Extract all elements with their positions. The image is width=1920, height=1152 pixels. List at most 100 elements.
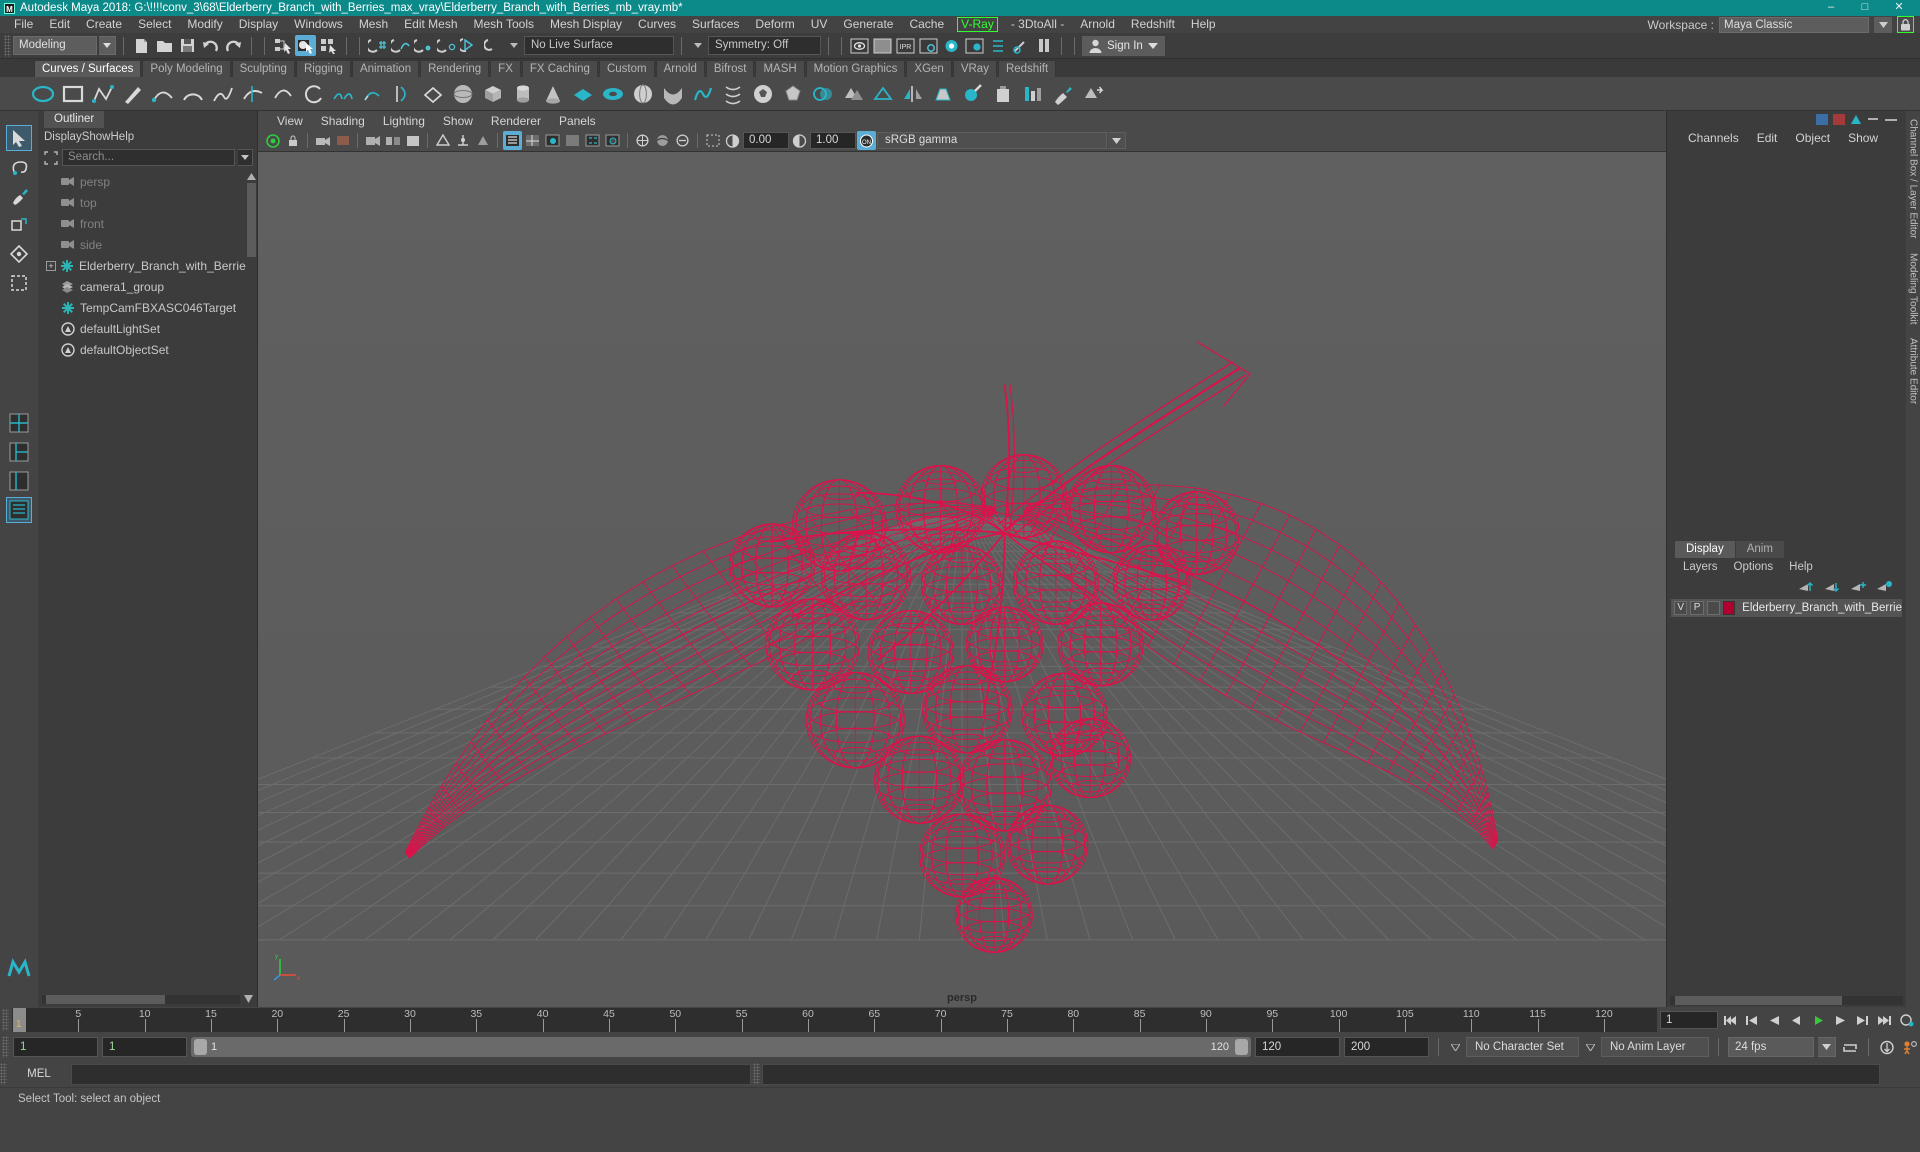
menu-item-vray[interactable]: V-Ray bbox=[957, 17, 998, 32]
maximize-button[interactable]: □ bbox=[1848, 0, 1882, 16]
color-management-toggle-icon[interactable]: ON bbox=[857, 131, 876, 150]
menu-item-help[interactable]: Help bbox=[1183, 16, 1224, 33]
menu-item-surfaces[interactable]: Surfaces bbox=[684, 16, 747, 33]
sculpt-icon[interactable] bbox=[960, 81, 986, 107]
image-plane-icon[interactable] bbox=[363, 131, 382, 150]
menu-item-select[interactable]: Select bbox=[130, 16, 179, 33]
range-slider-handle[interactable] bbox=[2, 1036, 9, 1058]
gamma-field[interactable]: 1.00 bbox=[810, 132, 856, 149]
minimize-button[interactable]: – bbox=[1814, 0, 1848, 16]
move-tool[interactable] bbox=[6, 212, 32, 238]
exposure-field[interactable]: 0.00 bbox=[743, 132, 789, 149]
xray-mode-icon[interactable] bbox=[583, 131, 602, 150]
drag-handle[interactable] bbox=[4, 34, 11, 57]
h-scroll-thumb[interactable] bbox=[45, 994, 165, 1004]
shelf-tab-arnold[interactable]: Arnold bbox=[655, 60, 705, 77]
command-language-label[interactable]: MEL bbox=[9, 1068, 69, 1080]
shelf-tab-motion-graphics[interactable]: Motion Graphics bbox=[805, 60, 906, 77]
move-layer-down-icon[interactable] bbox=[1824, 580, 1840, 593]
animation-end-field[interactable]: 200 bbox=[1344, 1037, 1429, 1057]
layer-scroll-track[interactable] bbox=[1670, 995, 1903, 1005]
channelbox-blue-icon[interactable] bbox=[1816, 114, 1828, 125]
render-view-icon[interactable] bbox=[964, 35, 985, 56]
motion-blur-icon[interactable] bbox=[673, 131, 692, 150]
outliner-item-front[interactable]: front bbox=[38, 213, 257, 234]
channelbox-menu-channels[interactable]: Channels bbox=[1679, 131, 1748, 145]
pyramid-icon[interactable] bbox=[660, 81, 686, 107]
shelf-tab-rigging[interactable]: Rigging bbox=[295, 60, 351, 77]
chevron-down-icon[interactable] bbox=[1874, 16, 1892, 33]
snap-point-icon[interactable] bbox=[413, 35, 434, 56]
layer-playback-toggle[interactable]: P bbox=[1690, 601, 1704, 615]
layer-color-swatch[interactable] bbox=[1723, 601, 1736, 615]
channelbox-grey-icon[interactable] bbox=[1867, 114, 1879, 125]
viewport-3d[interactable]: x y persp bbox=[258, 152, 1666, 1007]
layer-h-scrollbar[interactable] bbox=[1667, 993, 1906, 1007]
right-strip-tab-modeling-toolkit[interactable]: Modeling Toolkit bbox=[1908, 253, 1919, 325]
snap-projected-icon[interactable] bbox=[436, 35, 457, 56]
bookmark-icon[interactable] bbox=[333, 131, 352, 150]
shelf-tab-curves-surfaces[interactable]: Curves / Surfaces bbox=[34, 60, 142, 77]
toggle-icon[interactable] bbox=[987, 35, 1008, 56]
close-curve-icon[interactable] bbox=[300, 81, 326, 107]
workspace-select[interactable]: Maya Classic bbox=[1719, 16, 1869, 33]
plane-icon[interactable] bbox=[570, 81, 596, 107]
live-surface-field[interactable]: No Live Surface bbox=[524, 36, 674, 55]
two-pane-layout[interactable] bbox=[6, 439, 32, 465]
transfer-attributes-icon[interactable] bbox=[1080, 81, 1106, 107]
viewport-menu-shading[interactable]: Shading bbox=[312, 114, 374, 128]
h-scroll-track[interactable] bbox=[42, 994, 240, 1004]
xray-joints-icon[interactable] bbox=[603, 131, 622, 150]
paint-tool-icon[interactable] bbox=[1050, 81, 1076, 107]
live-chevron-icon[interactable] bbox=[505, 36, 522, 55]
camera-attributes-icon[interactable] bbox=[313, 131, 332, 150]
pipe-icon[interactable] bbox=[690, 81, 716, 107]
channelbox-slider-icon[interactable] bbox=[1884, 114, 1898, 125]
gamma-icon[interactable] bbox=[790, 131, 809, 150]
menuset-chevron-icon[interactable] bbox=[99, 36, 116, 55]
platonic-icon[interactable] bbox=[780, 81, 806, 107]
flat-shade-icon[interactable] bbox=[473, 131, 492, 150]
outliner-h-scrollbar[interactable] bbox=[38, 991, 257, 1007]
combine-icon[interactable] bbox=[840, 81, 866, 107]
menu-item-deform[interactable]: Deform bbox=[747, 16, 802, 33]
outliner-tree[interactable]: persp top front side + Elderberry_Branch_with… bbox=[38, 169, 257, 991]
shelf-tab-fx-caching[interactable]: FX Caching bbox=[521, 60, 598, 77]
outliner-item-tempcamfbxasc046target[interactable]: TempCamFBXASC046Target bbox=[38, 297, 257, 318]
loft-icon[interactable] bbox=[330, 81, 356, 107]
soccer-ball-icon[interactable] bbox=[750, 81, 776, 107]
three-pane-layout[interactable] bbox=[6, 468, 32, 494]
outliner-item-defaultobjectset[interactable]: defaultObjectSet bbox=[38, 339, 257, 360]
outliner-item-top[interactable]: top bbox=[38, 192, 257, 213]
lock-icon[interactable] bbox=[1897, 16, 1914, 33]
menu-item-file[interactable]: File bbox=[6, 16, 41, 33]
current-frame-field[interactable]: 1 bbox=[1660, 1011, 1718, 1029]
range-start-knob[interactable] bbox=[194, 1039, 207, 1055]
layer-state-toggle[interactable] bbox=[1706, 601, 1721, 615]
character-set-chevron-icon[interactable] bbox=[1448, 1038, 1462, 1056]
mirror-icon[interactable] bbox=[900, 81, 926, 107]
render-settings-icon[interactable] bbox=[918, 35, 939, 56]
menu-item-display[interactable]: Display bbox=[231, 16, 286, 33]
cv-curve-icon[interactable] bbox=[90, 81, 116, 107]
anim-layer-field[interactable]: No Anim Layer bbox=[1601, 1037, 1709, 1057]
select-component-icon[interactable] bbox=[318, 35, 339, 56]
menu-item-mesh-display[interactable]: Mesh Display bbox=[542, 16, 630, 33]
menuset-select[interactable]: Modeling bbox=[13, 36, 97, 55]
new-layer-from-selection-icon[interactable] bbox=[1850, 580, 1866, 593]
two-sided-lighting-icon[interactable] bbox=[383, 131, 402, 150]
step-forward-key-icon[interactable] bbox=[1853, 1011, 1872, 1030]
snap-curve-icon[interactable] bbox=[390, 35, 411, 56]
light-mode-icon[interactable] bbox=[563, 131, 582, 150]
viewport-menu-lighting[interactable]: Lighting bbox=[374, 114, 434, 128]
render-current-frame-icon[interactable] bbox=[849, 35, 870, 56]
cone-icon[interactable] bbox=[540, 81, 566, 107]
menu-item-redshift[interactable]: Redshift bbox=[1123, 16, 1183, 33]
symmetry-chevron-icon[interactable] bbox=[689, 36, 706, 55]
layer-menu-help[interactable]: Help bbox=[1781, 561, 1821, 573]
scrollbar-thumb[interactable] bbox=[247, 183, 256, 257]
menu-item-mesh-tools[interactable]: Mesh Tools bbox=[466, 16, 542, 33]
lasso-tool[interactable] bbox=[6, 154, 32, 180]
menu-item-edit[interactable]: Edit bbox=[41, 16, 78, 33]
play-backwards-icon[interactable] bbox=[1787, 1011, 1806, 1030]
